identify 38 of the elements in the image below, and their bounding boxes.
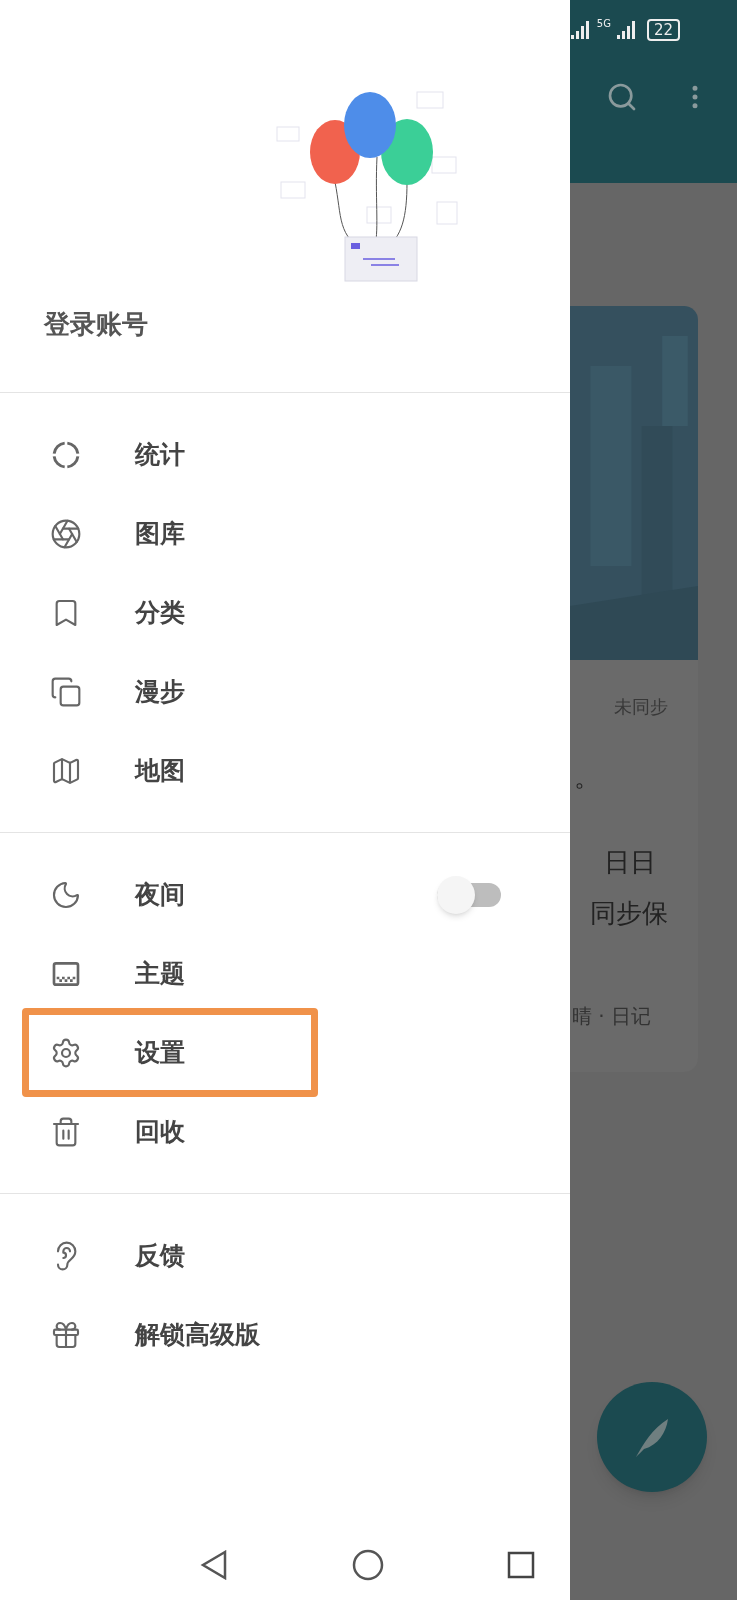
login-account-link[interactable]: 登录账号 — [44, 305, 148, 344]
settings-icon — [50, 1036, 82, 1069]
night-mode-switch[interactable] — [437, 874, 503, 915]
menu-item-label: 回收 — [135, 1115, 185, 1148]
signal-icon — [616, 20, 637, 40]
battery-indicator: 22 — [646, 19, 680, 41]
menu-item-label: 夜间 — [135, 878, 185, 911]
stacked-windows-icon — [50, 675, 82, 708]
menu-item[interactable]: 反馈 — [0, 1216, 570, 1295]
menu-item[interactable]: 分类 — [0, 573, 570, 652]
menu-item[interactable]: 统计 — [0, 415, 570, 494]
back-icon[interactable] — [200, 1550, 228, 1580]
menu-item-label: 反馈 — [135, 1239, 185, 1272]
network-label: 5G — [596, 17, 611, 31]
entry-text: 同步保 — [589, 897, 668, 930]
menu-item[interactable]: 设置 — [0, 1013, 570, 1092]
signal-icon — [570, 20, 591, 40]
menu-item-label: 分类 — [135, 596, 185, 629]
menu-item-label: 漫步 — [135, 675, 185, 708]
recents-icon[interactable] — [507, 1551, 535, 1579]
menu-item[interactable]: 解锁高级版 — [0, 1295, 570, 1374]
menu-item-label: 统计 — [135, 438, 185, 471]
aperture-icon — [50, 517, 82, 550]
menu-item[interactable]: 回收 — [0, 1092, 570, 1171]
home-icon[interactable] — [352, 1549, 384, 1581]
menu-item-label: 图库 — [135, 517, 185, 550]
menu-item-label: 解锁高级版 — [135, 1318, 260, 1351]
menu-item[interactable]: 主题 — [0, 934, 570, 1013]
menu-item-label: 地图 — [135, 754, 185, 787]
trash-icon — [50, 1115, 82, 1148]
menu-item[interactable]: 夜间 — [0, 855, 570, 934]
menu-item[interactable]: 图库 — [0, 494, 570, 573]
menu-item-label: 主题 — [135, 957, 185, 990]
menu-item[interactable]: 漫步 — [0, 652, 570, 731]
entry-text: 日日 — [603, 846, 657, 879]
menu-item[interactable]: 地图 — [0, 731, 570, 810]
entry-text: 。 — [573, 761, 601, 794]
menu-item-label: 设置 — [135, 1036, 185, 1069]
